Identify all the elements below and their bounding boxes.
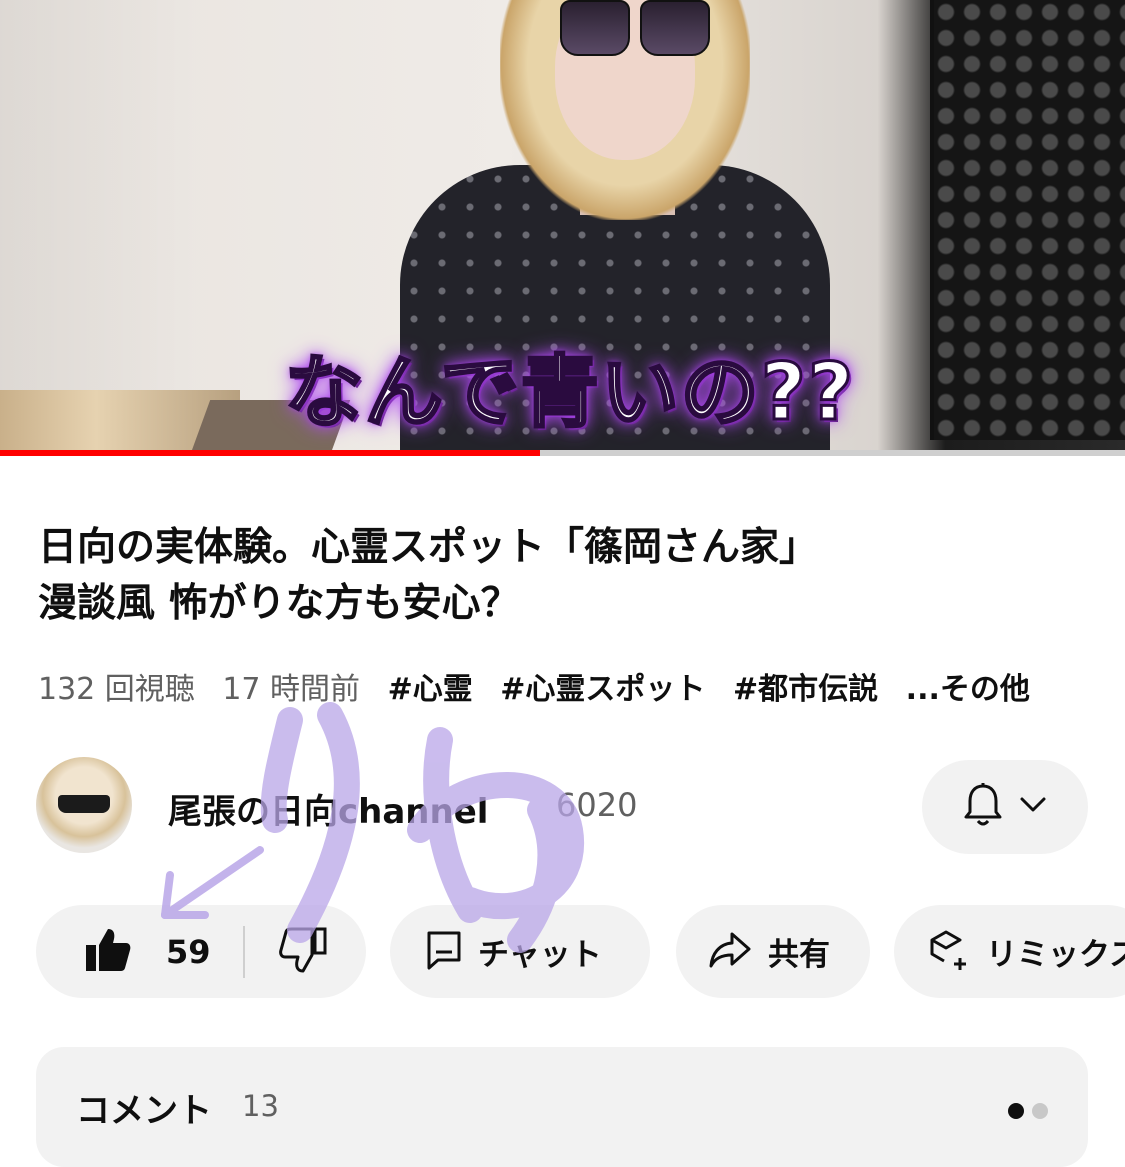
remix-button[interactable]: リミックス bbox=[894, 905, 1125, 998]
remix-label: リミックス bbox=[986, 937, 1125, 973]
like-divider bbox=[242, 925, 245, 978]
progress-bar[interactable] bbox=[0, 450, 1125, 456]
progress-bar-fill bbox=[0, 450, 540, 456]
subscriber-count: 6020 bbox=[556, 786, 638, 824]
share-button[interactable]: 共有 bbox=[676, 905, 870, 998]
carousel-dot-active bbox=[1008, 1103, 1024, 1119]
like-count: 59 bbox=[166, 932, 211, 971]
more-link[interactable]: ...その他 bbox=[906, 672, 1030, 707]
channel-name[interactable]: 尾張の日向channel bbox=[168, 784, 488, 833]
upload-time: 17 時間前 bbox=[222, 672, 361, 707]
hashtag-link[interactable]: #心霊スポット bbox=[500, 672, 705, 707]
video-caption: なんで青いの?? bbox=[283, 347, 856, 440]
like-button[interactable] bbox=[84, 927, 132, 977]
video-title[interactable]: 日向の実体験。心霊スポット「篠岡さん家」 漫談風 怖がりな方も安心？ bbox=[38, 520, 1098, 632]
notification-button[interactable] bbox=[922, 760, 1088, 854]
view-count: 132 回視聴 bbox=[38, 672, 195, 707]
like-dislike-group: 59 bbox=[36, 905, 366, 998]
video-meta[interactable]: 132 回視聴 17 時間前 #心霊 #心霊スポット #都市伝説 ...その他 bbox=[38, 664, 1118, 708]
video-wall bbox=[0, 0, 200, 456]
remix-icon bbox=[926, 928, 970, 976]
carousel-dots bbox=[1008, 1103, 1048, 1119]
hashtag-link[interactable]: #心霊 bbox=[388, 672, 473, 707]
sunglasses bbox=[560, 0, 710, 56]
carousel-dot bbox=[1032, 1103, 1048, 1119]
share-label: 共有 bbox=[768, 937, 830, 973]
video-acoustic-foam bbox=[930, 0, 1125, 440]
chat-button[interactable]: チャット bbox=[390, 905, 650, 998]
hashtag-link[interactable]: #都市伝説 bbox=[733, 672, 878, 707]
channel-avatar[interactable] bbox=[36, 757, 132, 853]
comments-count: 13 bbox=[242, 1089, 279, 1123]
comments-section[interactable]: コメント 13 bbox=[36, 1047, 1088, 1167]
bell-icon bbox=[963, 782, 1003, 832]
chat-label: チャット bbox=[478, 937, 602, 973]
share-icon bbox=[708, 931, 752, 973]
chevron-down-icon bbox=[1019, 796, 1047, 818]
dislike-button[interactable] bbox=[278, 927, 327, 977]
video-player[interactable]: なんで青いの?? bbox=[0, 0, 1125, 456]
chat-icon bbox=[426, 930, 462, 974]
avatar-sunglasses bbox=[58, 795, 110, 813]
